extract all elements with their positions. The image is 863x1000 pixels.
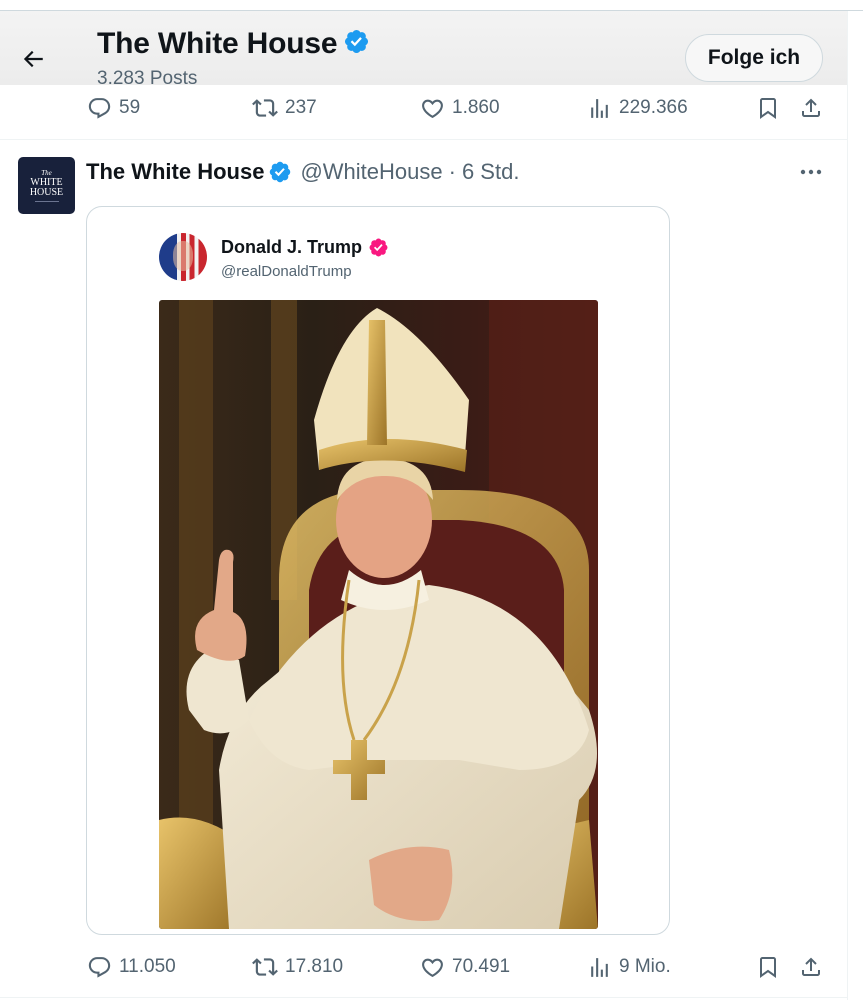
page-title-text: The White House xyxy=(97,27,338,60)
reply-count: 11.050 xyxy=(119,956,176,977)
column-border xyxy=(847,11,848,1000)
views-icon xyxy=(587,96,612,121)
avatar-text-line2: WHITE xyxy=(30,176,63,188)
repost-icon xyxy=(252,95,278,121)
embedded-image[interactable] xyxy=(159,300,598,929)
like-count: 1.860 xyxy=(452,97,500,118)
post-divider xyxy=(0,139,848,140)
mitre-orphrey xyxy=(367,320,387,445)
back-arrow-icon xyxy=(23,50,43,68)
repost-button[interactable]: 17.810 xyxy=(252,947,343,987)
more-options-button[interactable] xyxy=(796,160,826,184)
views-count: 9 Mio. xyxy=(619,956,671,977)
author-avatar[interactable]: The WHITE HOUSE xyxy=(18,157,75,214)
more-icon xyxy=(800,169,822,175)
reply-icon xyxy=(87,955,112,980)
like-icon xyxy=(420,96,445,121)
avatar-text-line3: HOUSE xyxy=(29,186,64,198)
like-button[interactable]: 70.491 xyxy=(420,947,510,987)
posts-count: 3.283 Posts xyxy=(97,68,198,89)
avatar-rule xyxy=(34,200,59,202)
views-icon xyxy=(587,955,612,980)
embedded-author-handle: @realDonaldTrump xyxy=(221,263,352,280)
following-button[interactable]: Folge ich xyxy=(685,34,823,82)
post-separator: · xyxy=(448,159,456,184)
embedded-author-avatar xyxy=(159,233,207,281)
reply-icon xyxy=(87,96,112,121)
profile-header: The White House 3.283 Posts Folge ich xyxy=(0,11,848,89)
verified-badge-icon xyxy=(268,160,292,184)
bookmark-button[interactable] xyxy=(754,947,782,987)
post-timestamp[interactable]: 6 Std. xyxy=(462,159,519,185)
embedded-author-name: Donald J. Trump xyxy=(221,237,363,257)
views-count: 229.366 xyxy=(619,97,688,118)
reply-button[interactable]: 11.050 xyxy=(87,947,176,987)
reply-button[interactable]: 59 xyxy=(87,88,140,128)
repost-icon xyxy=(252,954,278,980)
back-button[interactable] xyxy=(10,38,56,80)
repost-count: 237 xyxy=(285,97,317,118)
embedded-author-name-row: Donald J. Trump xyxy=(221,237,389,258)
page-title: The White House xyxy=(97,27,370,63)
hand-resting xyxy=(369,846,453,921)
post-author-handle[interactable]: @WhiteHouse xyxy=(300,159,442,185)
verified-badge-icon xyxy=(368,237,389,258)
share-icon xyxy=(799,96,823,120)
avatar-text-line1: The xyxy=(41,168,52,177)
like-button[interactable]: 1.860 xyxy=(420,88,500,128)
post-author-name[interactable]: The White House xyxy=(86,159,264,185)
share-icon xyxy=(799,955,823,979)
post-action-bar: 11.050 17.810 70.491 9 Mio. xyxy=(0,947,848,987)
share-button[interactable] xyxy=(797,88,825,128)
bookmark-icon xyxy=(756,955,780,979)
like-icon xyxy=(420,955,445,980)
views-button[interactable]: 9 Mio. xyxy=(587,947,671,987)
post-header: The White House @WhiteHouse · 6 Std. xyxy=(86,157,519,187)
repost-button[interactable]: 237 xyxy=(252,88,317,128)
reply-count: 59 xyxy=(119,97,141,118)
like-count: 70.491 xyxy=(452,956,511,977)
bookmark-icon xyxy=(756,96,780,120)
bookmark-button[interactable] xyxy=(754,88,782,128)
share-button[interactable] xyxy=(797,947,825,987)
post-divider xyxy=(0,997,848,998)
verified-badge-icon xyxy=(343,28,370,63)
prev-post-action-bar: 59 237 1.860 229.366 xyxy=(0,88,848,128)
views-button[interactable]: 229.366 xyxy=(587,88,688,128)
embedded-post-card[interactable]: Donald J. Trump @realDonaldTrump xyxy=(86,206,670,935)
repost-count: 17.810 xyxy=(285,956,344,977)
avatar-portrait xyxy=(173,241,193,271)
